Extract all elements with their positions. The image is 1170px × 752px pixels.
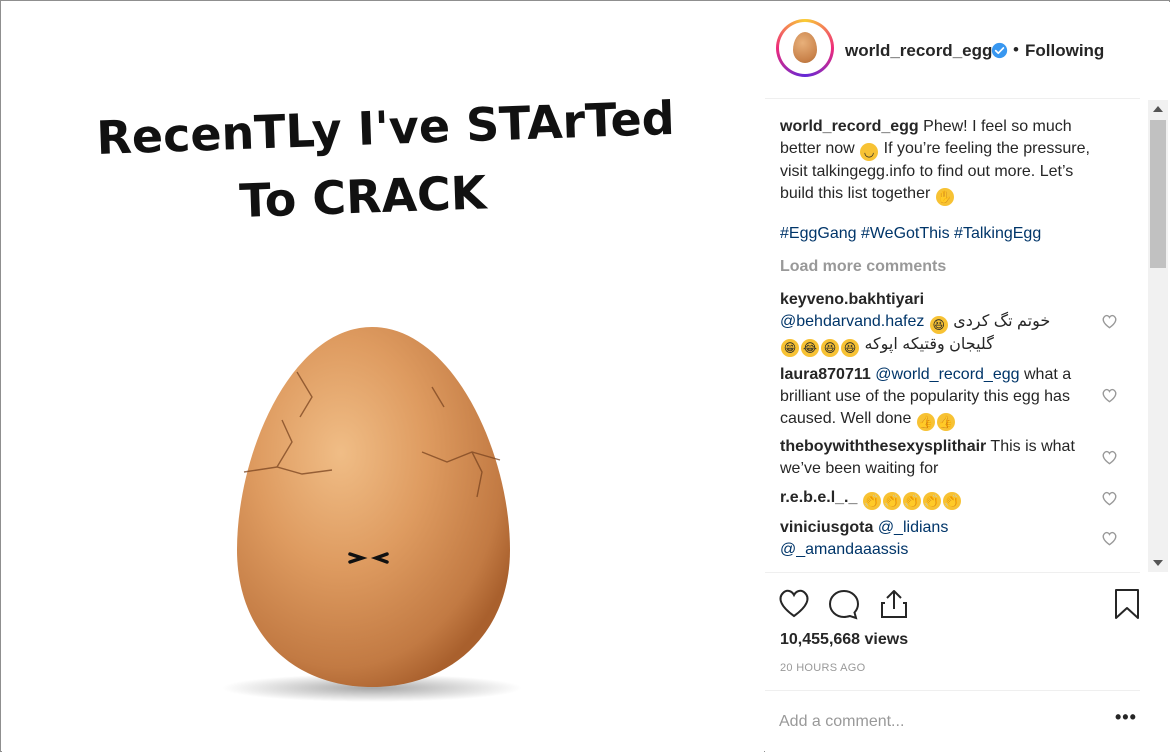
post-image[interactable]: RecenTLy I've STArTed To CRACK — [2, 2, 764, 752]
hashtag-link[interactable]: #TalkingEgg — [954, 225, 1041, 242]
comment-username[interactable]: laura870711 — [780, 366, 871, 383]
clapping-hands-emoji: 👏 — [882, 492, 901, 510]
add-comment-bar: ••• — [765, 690, 1140, 752]
thumbs-up-emoji: 👍 — [916, 413, 935, 431]
post-caption: world_record_egg Phew! I feel so much be… — [780, 116, 1100, 206]
like-heart-icon[interactable] — [777, 587, 811, 621]
comment-item: theboywiththesexysplithair This is what … — [780, 436, 1080, 480]
header-username[interactable]: world_record_egg — [845, 41, 992, 61]
scroll-up-arrow-icon[interactable] — [1153, 106, 1163, 112]
clapping-hands-emoji: 👏 — [902, 492, 921, 510]
clapping-hands-emoji: 👏 — [862, 492, 881, 510]
clapping-hands-emoji: 👏 — [942, 492, 961, 510]
image-caption-line-1: RecenTLy I've STArTed — [95, 91, 675, 165]
header-separator: • — [1013, 40, 1019, 59]
hashtag-link[interactable]: #EggGang — [780, 225, 857, 242]
comment-mention[interactable]: @_lidians — [878, 519, 949, 536]
caption-username[interactable]: world_record_egg — [780, 118, 919, 135]
scroll-down-arrow-icon[interactable] — [1153, 560, 1163, 566]
comments-scrollbar[interactable] — [1148, 100, 1168, 572]
comment-item: laura870711 @world_record_egg what a bri… — [780, 364, 1080, 431]
image-caption-line-2: To CRACK — [238, 165, 489, 228]
comment-mention[interactable]: @_amandaaassis — [780, 541, 908, 558]
comment-username[interactable]: r.e.b.e.l_._ — [780, 489, 857, 506]
hashtag-link[interactable]: #WeGotThis — [861, 225, 950, 242]
load-more-comments-button[interactable]: Load more comments — [780, 258, 946, 276]
comment-item: viniciusgota @_lidians @_amandaaassis — [780, 517, 1080, 561]
raised-hands-emoji: ✋ — [935, 188, 954, 206]
comment-bubble-icon[interactable] — [827, 587, 861, 621]
comment-mention[interactable]: @world_record_egg — [875, 366, 1019, 383]
comments-list: world_record_egg Phew! I feel so much be… — [765, 100, 1145, 572]
thumbs-up-emoji: 👍 — [936, 413, 955, 431]
post-header: world_record_egg • Following — [765, 2, 1140, 99]
like-comment-heart-icon[interactable] — [1101, 531, 1118, 546]
caption-hashtags: #EggGang #WeGotThis #TalkingEgg — [780, 225, 1041, 243]
save-bookmark-icon[interactable] — [1110, 587, 1144, 621]
comment-username[interactable]: keyveno.bakhtiyari — [780, 291, 924, 308]
more-options-icon[interactable]: ••• — [1115, 707, 1137, 728]
add-comment-input[interactable] — [779, 709, 1079, 735]
like-comment-heart-icon[interactable] — [1101, 450, 1118, 465]
image-caption-art: RecenTLy I've STArTed To CRACK — [95, 91, 675, 228]
post-actions: 10,455,668 views 20 HOURS AGO — [765, 572, 1140, 690]
laughing-emoji: 😆 — [821, 339, 839, 357]
clapping-hands-emoji: 👏 — [922, 492, 941, 510]
like-comment-heart-icon[interactable] — [1101, 491, 1118, 506]
comment-username[interactable]: viniciusgota — [780, 519, 873, 536]
share-icon[interactable] — [877, 587, 911, 621]
following-button[interactable]: Following — [1025, 41, 1104, 61]
comment-text: خوتم تگ کردی — [953, 313, 1051, 330]
scrollbar-thumb[interactable] — [1150, 120, 1166, 268]
egg-illustration — [222, 327, 522, 702]
avatar-egg-image — [793, 32, 817, 63]
laughing-emoji: 😆 — [841, 339, 859, 357]
post-dialog: RecenTLy I've STArTed To CRACK world_rec… — [0, 0, 1170, 752]
comment-mention[interactable]: @behdarvand.hafez — [780, 313, 924, 330]
comment-text-2: گلیجان وقتیکه اپوکه — [864, 336, 994, 353]
laughing-emoji: 😆 — [929, 316, 948, 334]
smiling-face-emoji: ◡ — [860, 143, 879, 161]
avatar[interactable] — [776, 19, 834, 77]
comment-item: r.e.b.e.l_._ 👏 👏 👏 👏 👏 — [780, 487, 1080, 510]
views-count[interactable]: 10,455,668 views — [780, 631, 908, 649]
verified-badge-icon — [991, 42, 1008, 59]
tears-of-joy-emoji: 😂 — [801, 339, 819, 357]
post-sidebar: world_record_egg • Following world_recor… — [765, 2, 1170, 752]
grinning-emoji: 😁 — [781, 339, 799, 357]
like-comment-heart-icon[interactable] — [1101, 314, 1118, 329]
comment-username[interactable]: theboywiththesexysplithair — [780, 438, 986, 455]
like-comment-heart-icon[interactable] — [1101, 388, 1118, 403]
comment-item: keyveno.bakhtiyari @behdarvand.hafez 😆 خ… — [780, 289, 1080, 357]
post-timestamp[interactable]: 20 HOURS AGO — [780, 662, 866, 674]
